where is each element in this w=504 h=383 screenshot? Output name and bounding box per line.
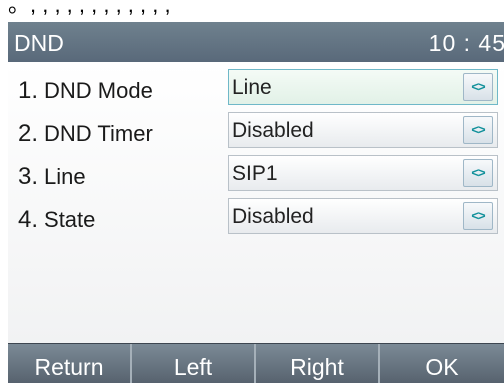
softkey-ok[interactable]: OK [380,344,504,383]
state-select[interactable]: Disabled <> [228,198,498,234]
cropped-top-text: 。, , , , , , , , , , , , [0,0,504,22]
line-select[interactable]: SIP1 <> [228,155,498,191]
setting-label-text: Line [44,164,86,189]
dnd-timer-value: Disabled [232,119,314,142]
state-value: Disabled [232,205,314,228]
softkey-right[interactable]: Right [256,344,380,383]
page-title: DND [14,30,64,56]
setting-label: 3. Line [18,163,86,191]
switch-arrows-icon[interactable]: <> [463,202,493,230]
setting-label: 4. State [18,206,95,234]
setting-label: 1. DND Mode [18,77,153,105]
cropped-top-text-label: 。, , , , , , , , , , , , [8,0,171,17]
softkey-return[interactable]: Return [8,344,132,383]
switch-arrows-icon[interactable]: <> [463,73,493,101]
setting-number: 2. [18,120,39,147]
settings-list: 1. DND Mode Line <> 2. DND Timer Disabled … [8,62,504,343]
clock: 10 : 45 [428,30,504,56]
setting-number: 3. [18,163,39,190]
setting-label-text: State [44,207,96,232]
dnd-mode-select[interactable]: Line <> [228,69,498,105]
setting-row-dnd-timer[interactable]: 2. DND Timer Disabled <> [8,112,504,152]
setting-row-dnd-mode[interactable]: 1. DND Mode Line <> [8,69,504,109]
setting-row-state[interactable]: 4. State Disabled <> [8,198,504,238]
dnd-timer-select[interactable]: Disabled <> [228,112,498,148]
setting-label-text: DND Mode [44,78,153,103]
setting-label: 2. DND Timer [18,120,153,148]
phone-screen: DND 10 : 45 1. DND Mode Line <> 2. DND Tim… [8,22,504,383]
switch-arrows-icon[interactable]: <> [463,116,493,144]
setting-row-line[interactable]: 3. Line SIP1 <> [8,155,504,195]
line-value: SIP1 [232,162,278,185]
softkey-bar: Return Left Right OK [8,343,504,383]
setting-label-text: DND Timer [44,121,153,146]
setting-number: 1. [18,77,39,104]
switch-arrows-icon[interactable]: <> [463,159,493,187]
setting-number: 4. [18,206,39,233]
dnd-mode-value: Line [232,76,272,99]
softkey-left[interactable]: Left [132,344,256,383]
title-bar: DND 10 : 45 [8,22,504,62]
